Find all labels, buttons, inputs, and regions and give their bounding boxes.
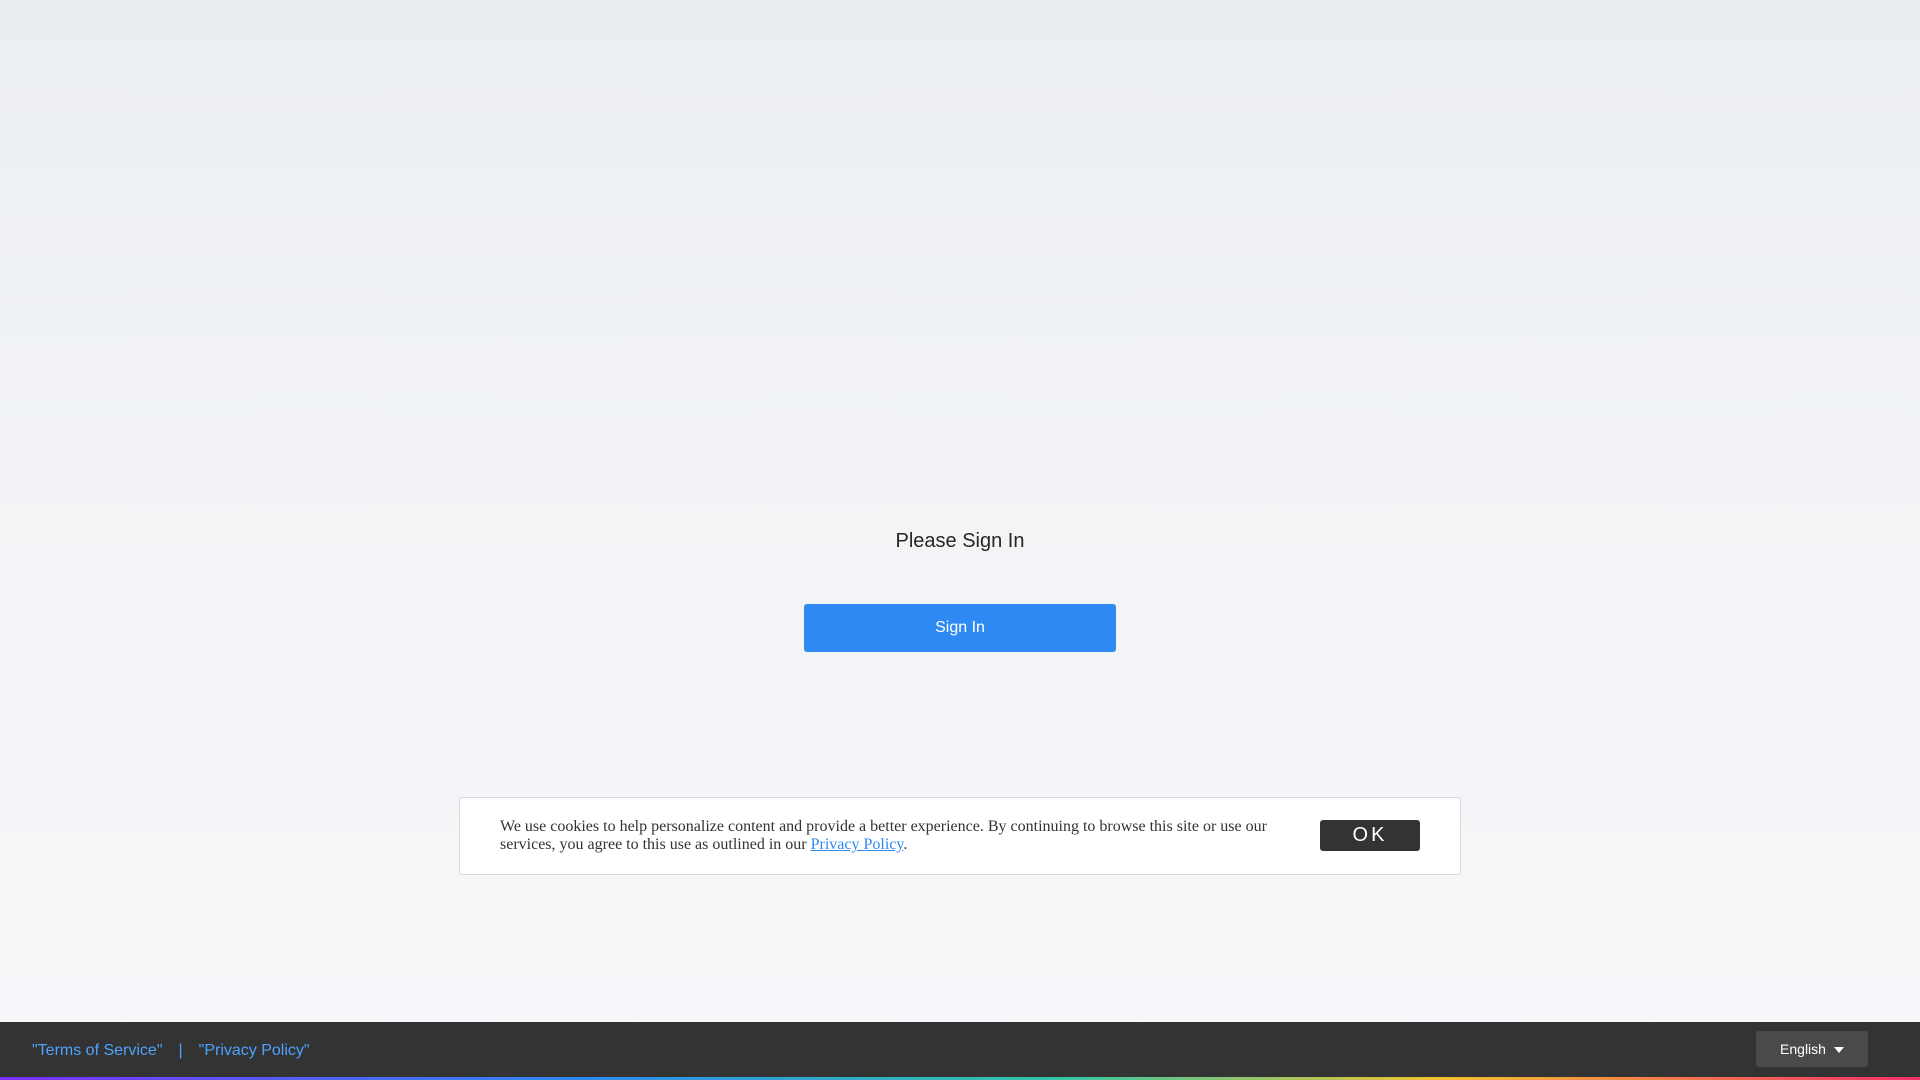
footer-separator: | (178, 1042, 183, 1059)
cookie-ok-button[interactable]: OK (1320, 820, 1420, 851)
footer-links: "Terms of Service" | "Privacy Policy" (32, 1041, 310, 1061)
cookie-message: We use cookies to help personalize conte… (500, 818, 1300, 854)
chevron-down-icon (1833, 1047, 1844, 1054)
language-select[interactable]: English (1756, 1031, 1868, 1067)
cookie-message-end: . (903, 836, 908, 853)
terms-of-service-link[interactable]: "Terms of Service" (32, 1042, 163, 1059)
privacy-policy-link[interactable]: "Privacy Policy" (199, 1042, 310, 1059)
signin-panel: Please Sign In Sign In (804, 527, 1116, 652)
footer: "Terms of Service" | "Privacy Policy" Engl… (0, 1022, 1920, 1080)
cookie-banner: We use cookies to help personalize conte… (459, 797, 1461, 875)
language-label: English (1780, 1041, 1826, 1057)
signin-title: Please Sign In (895, 530, 1025, 552)
main-content: Please Sign In Sign In We use cookies to… (0, 0, 1920, 1022)
cookie-privacy-policy-link[interactable]: Privacy Policy (811, 836, 904, 853)
sign-in-button[interactable]: Sign In (804, 604, 1116, 652)
